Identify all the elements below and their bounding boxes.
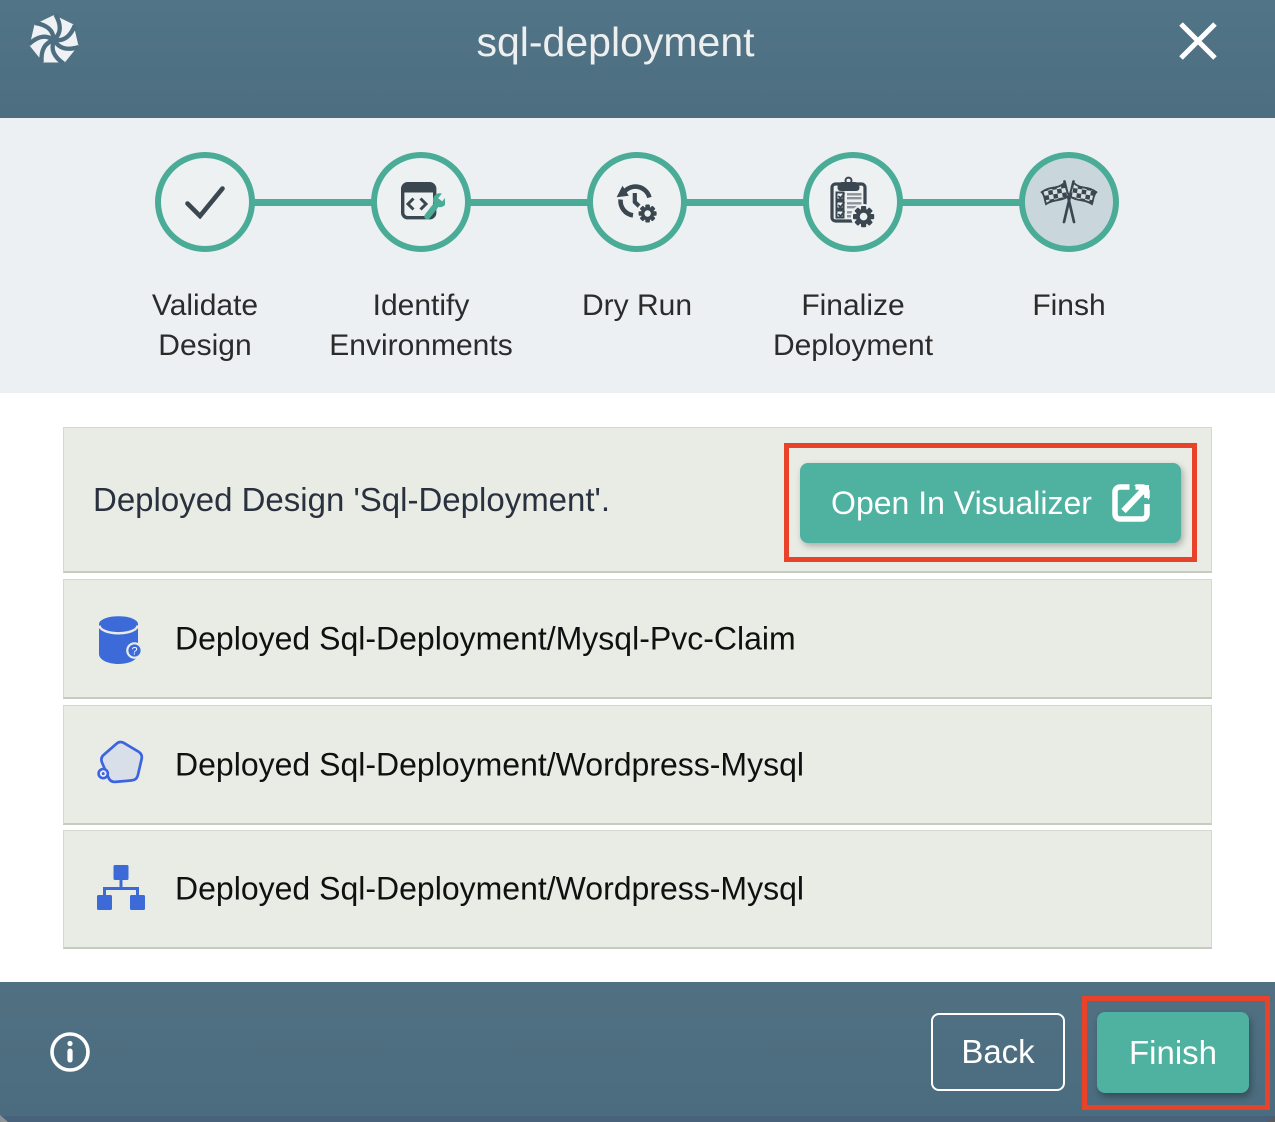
svg-text:?: ? — [132, 646, 138, 658]
